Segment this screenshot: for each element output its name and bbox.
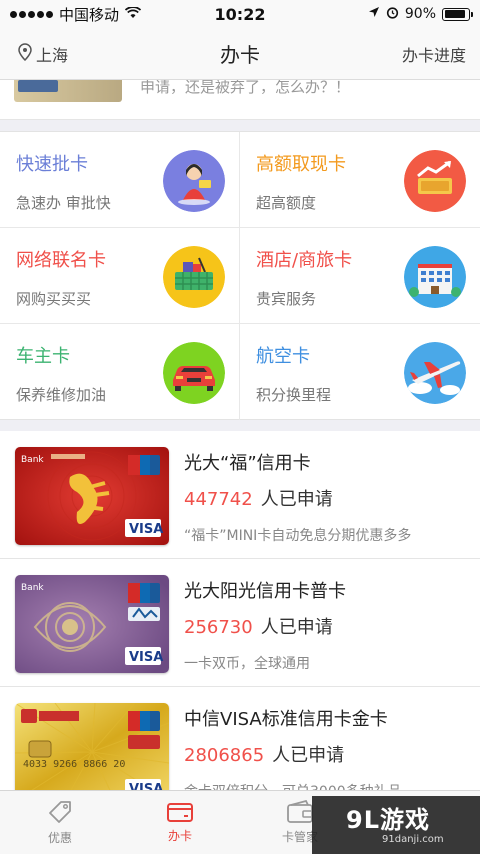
battery-icon (442, 7, 473, 21)
battery-percent: 90% (404, 6, 436, 22)
category-title: 高额取现卡 (256, 154, 346, 175)
signal-strength-icon (10, 10, 53, 18)
card-name: 光大阳光信用卡普卡 (184, 581, 346, 602)
map-pin-icon (18, 42, 32, 65)
category-subtitle: 积分换里程 (256, 386, 332, 404)
car-icon (163, 342, 225, 404)
count-suffix: 人已申请 (272, 745, 345, 766)
hotel-building-icon (404, 246, 466, 308)
svg-text:Bank: Bank (21, 455, 44, 465)
nav-bar: 上海 办卡 办卡进度 (0, 28, 480, 80)
card-image-everbright-sunshine: Bank VISA (15, 575, 169, 673)
tab-label: 办卡 (167, 829, 192, 843)
card-image-citic-visa-gold: 4033 9266 8866 20VISA (15, 703, 169, 801)
location-selector[interactable]: 上海 (18, 42, 68, 66)
tab-apply-card[interactable]: 办卡 (120, 791, 240, 854)
application-count: 447742 人已申请 (184, 485, 333, 511)
banner-illustration (14, 80, 122, 102)
site-watermark: 9L游戏 91danji.com (312, 796, 480, 854)
category-online-cobrand[interactable]: 网络联名卡 网购买买买 (0, 228, 240, 324)
card-description: “福卡”MINI卡自动免息分期优惠多多 (184, 528, 412, 544)
promo-banner[interactable]: 申请，还是被弃了，怎么办？！ (0, 80, 480, 120)
cash-growth-icon (404, 150, 466, 212)
category-title: 车主卡 (16, 346, 70, 367)
card-image-everbright-fu: Bank VISA (15, 447, 169, 545)
category-high-cash[interactable]: 高额取现卡 超高额度 (240, 132, 480, 228)
svg-text:4033 9266 8866 20: 4033 9266 8866 20 (23, 759, 125, 770)
airplane-icon (404, 342, 466, 404)
category-title: 航空卡 (256, 346, 310, 367)
category-subtitle: 贵宾服务 (256, 290, 317, 308)
card-name: 中信VISA标准信用卡金卡 (184, 709, 388, 730)
category-title: 网络联名卡 (16, 250, 106, 271)
application-progress-link[interactable]: 办卡进度 (402, 42, 466, 66)
count-value: 447742 (184, 489, 253, 510)
category-title: 快速批卡 (16, 154, 88, 175)
count-suffix: 人已申请 (260, 617, 333, 638)
svg-text:VISA: VISA (129, 650, 163, 665)
card-category-grid: 快速批卡 急速办 审批快 高额取现卡 超高额度 网络联名卡 网购买买买 酒店/商… (0, 131, 480, 420)
count-suffix: 人已申请 (260, 489, 333, 510)
category-hotel-business[interactable]: 酒店/商旅卡 贵宾服务 (240, 228, 480, 324)
shopping-basket-icon (163, 246, 225, 308)
category-airline[interactable]: 航空卡 积分换里程 (240, 324, 480, 420)
alarm-icon (386, 6, 399, 23)
card-icon (166, 801, 194, 823)
wallet-icon (286, 800, 314, 824)
location-label: 上海 (36, 45, 69, 65)
woman-with-card-icon (163, 150, 225, 212)
category-quick-approval[interactable]: 快速批卡 急速办 审批快 (0, 132, 240, 228)
tag-icon (47, 799, 73, 825)
wifi-icon (124, 5, 142, 23)
status-bar: 中国移动 10:22 90% (0, 0, 480, 28)
svg-text:Bank: Bank (21, 583, 44, 593)
category-subtitle: 保养维修加油 (16, 386, 107, 404)
category-subtitle: 网购买买买 (16, 290, 92, 308)
category-subtitle: 超高额度 (256, 194, 317, 212)
tab-label: 优惠 (47, 831, 72, 845)
count-value: 256730 (184, 617, 253, 638)
category-subtitle: 急速办 审批快 (16, 194, 111, 212)
location-arrow-icon (368, 6, 380, 22)
category-title: 酒店/商旅卡 (256, 250, 353, 271)
watermark-brand: 9L游戏 (346, 806, 430, 834)
list-item[interactable]: Bank VISA 光大“福”信用卡 447742 人已申请 “福卡”MINI卡自动… (0, 431, 480, 559)
svg-text:VISA: VISA (129, 522, 163, 537)
category-car-owner[interactable]: 车主卡 保养维修加油 (0, 324, 240, 420)
card-description: 一卡双币，全球通用 (184, 656, 310, 672)
application-count: 256730 人已申请 (184, 613, 333, 639)
carrier-label: 中国移动 (59, 5, 120, 24)
banner-text: 申请，还是被弃了，怎么办？！ (140, 80, 351, 96)
card-name: 光大“福”信用卡 (184, 453, 311, 474)
tab-deals[interactable]: 优惠 (0, 791, 120, 854)
application-count: 2806865 人已申请 (184, 741, 344, 767)
list-item[interactable]: Bank VISA 光大阳光信用卡普卡 256730 人已申请 一卡双币，全球通用 (0, 559, 480, 687)
count-value: 2806865 (184, 745, 265, 766)
watermark-site: 91danji.com (382, 834, 444, 845)
credit-card-list: Bank VISA 光大“福”信用卡 447742 人已申请 “福卡”MINI卡自动… (0, 431, 480, 815)
